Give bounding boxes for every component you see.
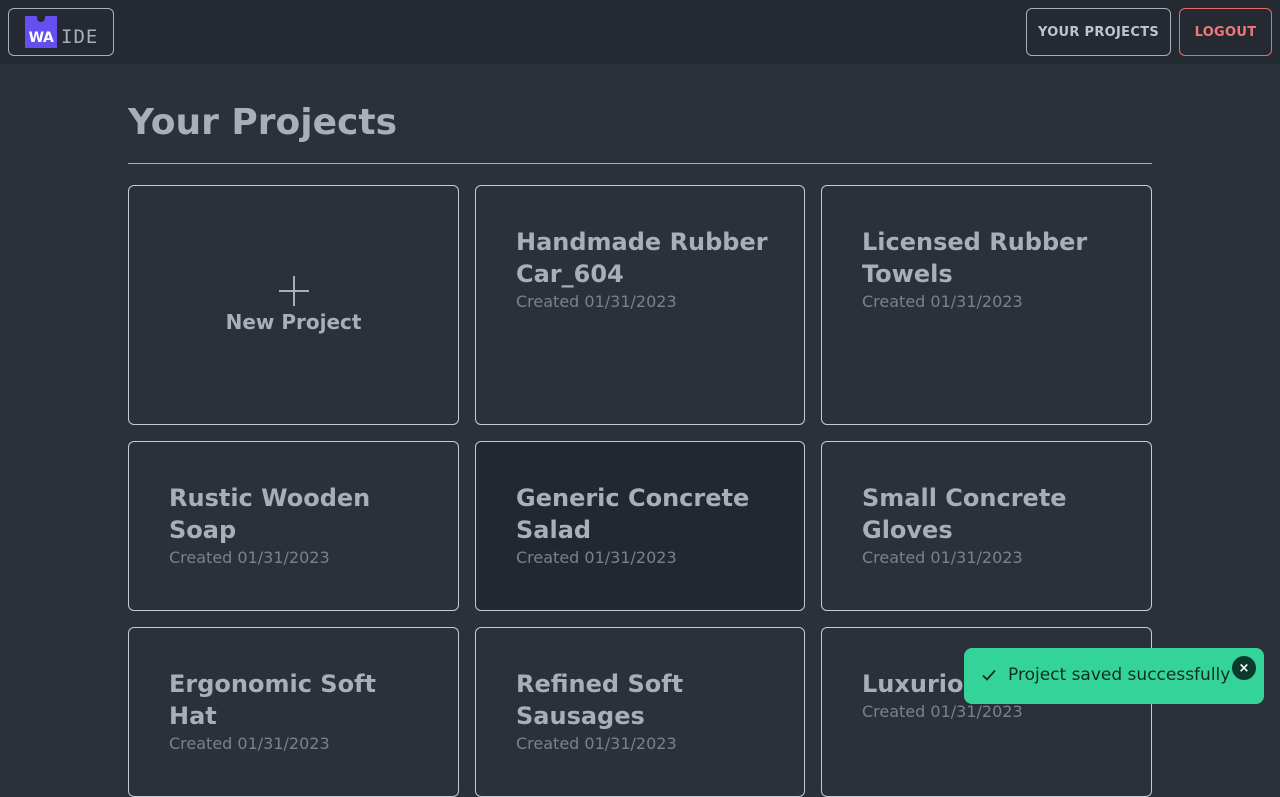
project-created-date: Created 01/31/2023 [516,548,677,567]
logo-home-link[interactable]: WA IDE [8,8,114,56]
plus-icon [278,276,309,306]
project-card[interactable]: Licensed Rubber Towels Created 01/31/202… [821,185,1152,425]
project-created-date: Created 01/31/2023 [169,548,330,567]
project-card[interactable]: Generic Concrete Salad Created 01/31/202… [475,441,805,611]
project-name: Handmade Rubber Car_604 Created 01/31/20… [516,226,774,314]
project-name: Rustic Wooden Soap Created 01/31/2023 [169,482,428,570]
your-projects-button[interactable]: YOUR PROJECTS [1026,8,1171,56]
project-name-text: Handmade Rubber Car_604 [516,228,768,288]
project-name-text: Small Concrete Gloves [862,484,1067,544]
project-created-date: Created 01/31/2023 [516,292,677,311]
project-name: Generic Concrete Salad Created 01/31/202… [516,482,774,570]
title-divider [128,163,1152,164]
project-name-text: Generic Concrete Salad [516,484,750,544]
check-icon [982,669,996,681]
project-card[interactable]: Handmade Rubber Car_604 Created 01/31/20… [475,185,805,425]
new-project-card[interactable]: New Project [128,185,459,425]
logo-mark-text: WA [28,30,54,46]
page-title: Your Projects [128,102,398,143]
project-name: Refined Soft Sausages Created 01/31/2023 [516,668,774,756]
project-card[interactable]: Refined Soft Sausages Created 01/31/2023 [475,627,805,797]
toast-message: Project saved successfully [1008,665,1231,685]
top-bar: WA IDE YOUR PROJECTS LOGOUT [0,0,1280,64]
project-card[interactable]: Small Concrete Gloves Created 01/31/2023 [821,441,1152,611]
project-created-date: Created 01/31/2023 [862,292,1023,311]
toast-close-button[interactable]: × [1232,656,1256,680]
new-project-label: New Project [225,310,362,334]
project-name-text: Ergonomic Soft Hat [169,670,376,730]
project-name-text: Rustic Wooden Soap [169,484,371,544]
project-created-date: Created 01/31/2023 [169,734,330,753]
project-name: Ergonomic Soft Hat Created 01/31/2023 [169,668,428,756]
project-name-text: Licensed Rubber Towels [862,228,1088,288]
logo-text: IDE [61,26,99,48]
project-created-date: Created 01/31/2023 [516,734,677,753]
logout-button[interactable]: LOGOUT [1179,8,1272,56]
project-created-date: Created 01/31/2023 [862,548,1023,567]
project-card[interactable]: Rustic Wooden Soap Created 01/31/2023 [128,441,459,611]
project-name: Small Concrete Gloves Created 01/31/2023 [862,482,1121,570]
project-name: Licensed Rubber Towels Created 01/31/202… [862,226,1121,314]
webassembly-logo-icon: WA [25,15,57,48]
success-toast: Project saved successfully [964,648,1264,704]
project-card[interactable]: Ergonomic Soft Hat Created 01/31/2023 [128,627,459,797]
project-name-text: Refined Soft Sausages [516,670,684,730]
